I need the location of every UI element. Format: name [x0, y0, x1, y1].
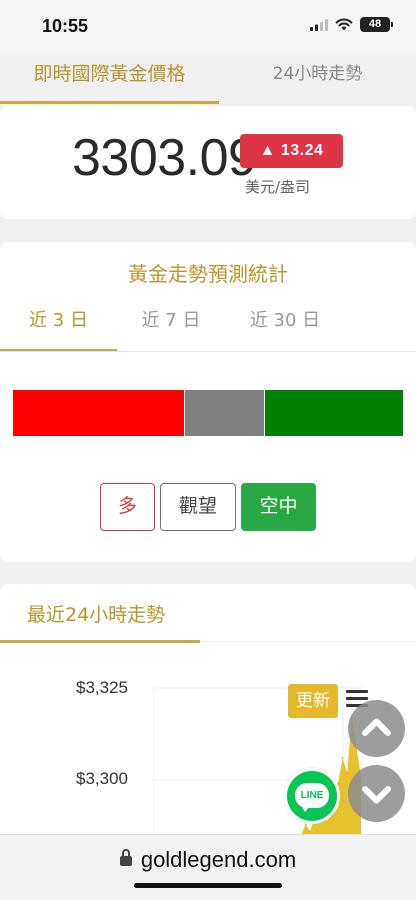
trend-divider: [200, 641, 416, 642]
battery-icon: 48: [360, 17, 393, 32]
tab-divider: [0, 351, 416, 352]
tab-3-days[interactable]: 近 3 日: [0, 306, 117, 352]
url-display[interactable]: goldlegend.com: [0, 847, 416, 873]
trend-title: 最近24小時走勢: [27, 604, 166, 626]
distribution-segment: [265, 390, 403, 436]
chevron-up-icon: [362, 718, 391, 736]
browser-address-bar[interactable]: goldlegend.com: [0, 834, 416, 900]
y-tick-label: $3,325: [76, 678, 128, 697]
tab-24h-trend[interactable]: 24小時走勢: [219, 52, 416, 104]
status-time: 10:55: [42, 16, 89, 36]
forecast-card: 黃金走勢預測統計 近 3 日 近 7 日 近 30 日 多 觀望 空中: [0, 242, 416, 562]
distribution-segment: [13, 390, 184, 436]
trend-data-point: [304, 823, 307, 825]
wifi-icon: [335, 18, 353, 31]
status-bar: 10:55 48: [0, 0, 416, 52]
line-bubble-tail: [301, 805, 311, 812]
top-tab-bar: 即時國際黃金價格 24小時走勢: [0, 52, 416, 104]
refresh-button[interactable]: 更新: [288, 684, 338, 718]
url-text: goldlegend.com: [140, 847, 297, 872]
vote-short-button[interactable]: 空中: [241, 483, 316, 531]
lock-icon: [119, 849, 132, 866]
trend-data-point: [309, 830, 312, 833]
tab-30-days[interactable]: 近 30 日: [225, 306, 345, 352]
distribution-segment: [185, 390, 264, 436]
trend-data-point: [341, 757, 344, 759]
line-share-button[interactable]: LINE: [284, 768, 340, 824]
home-indicator: [134, 883, 282, 888]
price-card: 3303.09 ▲ 13.24 美元/盎司: [0, 106, 416, 219]
vote-hold-button[interactable]: 觀望: [160, 483, 236, 531]
cellular-signal-icon: [310, 18, 328, 31]
price-change-badge: ▲ 13.24: [240, 134, 343, 168]
tab-7-days[interactable]: 近 7 日: [117, 306, 225, 352]
trend-title-underline: [0, 640, 200, 643]
forecast-title: 黃金走勢預測統計: [128, 262, 288, 286]
tab-realtime-price[interactable]: 即時國際黃金價格: [0, 52, 219, 104]
status-icons: 48: [310, 17, 393, 32]
price-unit: 美元/盎司: [245, 178, 311, 196]
chevron-down-icon: [362, 786, 391, 804]
vote-long-button[interactable]: 多: [100, 483, 155, 531]
scroll-top-button[interactable]: [348, 700, 405, 757]
scroll-bottom-button[interactable]: [348, 765, 405, 822]
gold-price-value: 3303.09: [72, 129, 257, 187]
y-tick-label: $3,300: [76, 769, 128, 788]
